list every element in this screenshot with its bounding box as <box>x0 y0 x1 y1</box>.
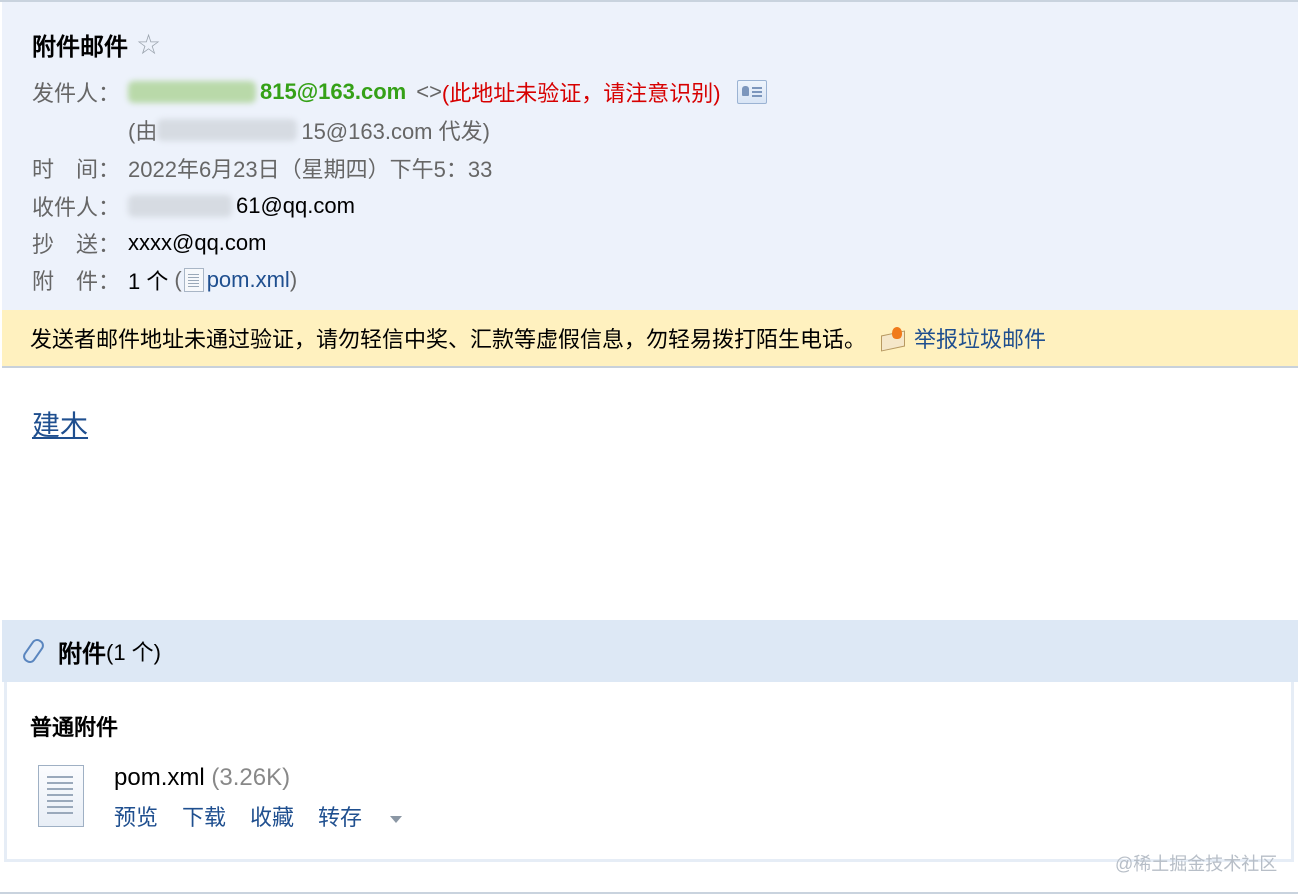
attachment-label: 附 件： <box>32 269 121 294</box>
paperclip-icon <box>22 638 46 664</box>
to-redacted <box>128 195 232 217</box>
warning-text: 发送者邮件地址未通过验证，请勿轻信中奖、汇款等虚假信息，勿轻易拨打陌生电话。 <box>30 327 867 352</box>
attachment-close-paren: ) <box>289 267 298 292</box>
proxy-email: 15@163.com 代发) <box>301 119 490 144</box>
attachments-header: 附件 (1 个) <box>2 620 1298 682</box>
contact-card-icon[interactable] <box>736 80 767 104</box>
mail-header: 附件邮件 ☆ 发件人： 815@163.com <> (此地址未验证，请注意识别… <box>2 2 1298 310</box>
time-row: 时 间： 2022年6月23日（星期四）下午5：33 <box>32 152 492 184</box>
mail-subject: 附件邮件 ☆ <box>32 27 161 62</box>
report-spam-icon[interactable] <box>880 327 906 352</box>
cc-row: 抄 送： xxxx@qq.com <box>32 227 266 259</box>
attachment-open-paren: ( <box>174 267 182 292</box>
preview-link[interactable]: 预览 <box>114 800 158 832</box>
time-label: 时 间： <box>32 157 121 182</box>
attachment-file: pom.xml (3.26K) <box>114 764 290 792</box>
sender-email[interactable]: 815@163.com <box>260 79 406 105</box>
document-icon[interactable] <box>38 765 84 827</box>
favorite-link[interactable]: 收藏 <box>250 800 294 832</box>
header-divider <box>2 366 1298 368</box>
report-spam-link[interactable]: 举报垃圾邮件 <box>914 322 1046 354</box>
cc-label: 抄 送： <box>32 232 121 257</box>
to-value[interactable]: 61@qq.com <box>236 193 355 219</box>
to-row: 收件人： 61@qq.com <box>32 190 355 222</box>
watermark: @稀土掘金技术社区 <box>1115 854 1278 874</box>
time-value: 2022年6月23日（星期四）下午5：33 <box>128 157 493 182</box>
sender-brackets: <> <box>416 79 442 104</box>
warning-bar: 发送者邮件地址未通过验证，请勿轻信中奖、汇款等虚假信息，勿轻易拨打陌生电话。 举… <box>2 310 1298 366</box>
attachment-file-size: (3.26K) <box>211 764 291 791</box>
proxy-row: (由 15@163.com 代发) <box>128 114 490 146</box>
sender-redacted <box>128 81 256 103</box>
attachment-section-title: 普通附件 <box>30 715 119 740</box>
file-icon <box>183 268 204 292</box>
proxy-prefix: (由 <box>128 119 158 144</box>
attachments-title: 附件 <box>58 640 106 668</box>
attachment-actions: 预览 下载 收藏 转存 <box>114 800 426 832</box>
bottom-border <box>0 892 1298 894</box>
to-label: 收件人： <box>32 195 121 220</box>
sender-label: 发件人： <box>32 81 121 106</box>
attachment-row: 附 件： 1 个 ( pom.xml ) <box>32 264 297 296</box>
save-to-label: 转存 <box>318 805 363 830</box>
attachments-count: (1 个) <box>106 640 162 665</box>
attachment-file-name[interactable]: pom.xml <box>114 764 205 791</box>
sender-row: 发件人： 815@163.com <> (此地址未验证，请注意识别) <box>32 76 767 108</box>
star-icon[interactable]: ☆ <box>136 30 161 59</box>
subject-text: 附件邮件 <box>32 34 128 61</box>
cc-value[interactable]: xxxx@qq.com <box>128 230 266 256</box>
proxy-redacted <box>157 119 298 141</box>
chevron-down-icon <box>390 815 403 823</box>
body-link[interactable]: 建木 <box>32 404 88 444</box>
save-to-dropdown[interactable]: 转存 <box>318 800 403 832</box>
attachment-count: 1 个 <box>128 269 169 294</box>
sender-warning: (此地址未验证，请注意识别) <box>441 81 721 106</box>
attachment-file-link[interactable]: pom.xml <box>207 267 290 293</box>
download-link[interactable]: 下载 <box>182 800 226 832</box>
